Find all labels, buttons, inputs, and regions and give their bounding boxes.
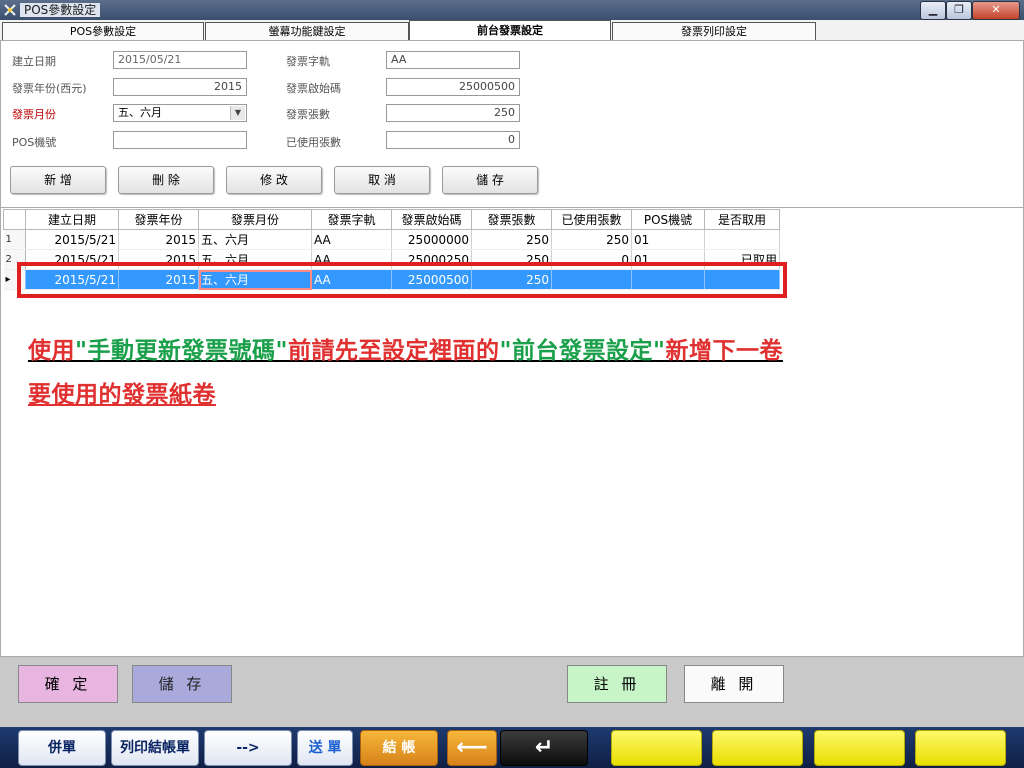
send-order-button[interactable]: 送 單: [297, 730, 353, 766]
invoice-year-label: 發票年份(西元): [12, 82, 87, 95]
divider: [1, 207, 1023, 208]
confirm-button[interactable]: 確 定: [18, 665, 118, 703]
cell-date[interactable]: 2015/5/21: [25, 229, 119, 250]
pos-number-label: POS機號: [12, 136, 57, 149]
tab-strip: POS參數設定 螢幕功能鍵設定 前台發票設定 發票列印設定: [0, 20, 1024, 41]
close-button[interactable]: ✕: [972, 1, 1020, 20]
tab-front-invoice[interactable]: 前台發票設定: [409, 20, 611, 41]
add-button[interactable]: 新 增: [10, 166, 106, 194]
back-arrow-icon[interactable]: ⟵: [447, 730, 497, 766]
annotation-part: 前請先至設定裡面的: [287, 338, 500, 364]
invoice-count-label: 發票張數: [286, 108, 330, 121]
invoice-month-label: 發票月份: [12, 108, 56, 121]
invoice-count-field[interactable]: 250: [386, 104, 520, 122]
annotation-line-2: 要使用的發票紙卷: [28, 382, 216, 408]
used-count-label: 已使用張數: [286, 136, 341, 149]
merge-order-button[interactable]: 併單: [18, 730, 106, 766]
restore-button[interactable]: ❐: [946, 1, 972, 20]
save-button[interactable]: 儲 存: [132, 665, 232, 703]
invoice-month-select[interactable]: 五、六月 ▼: [113, 104, 247, 122]
highlight-box: [17, 262, 787, 298]
cell-month[interactable]: 五、六月: [198, 229, 312, 250]
start-number-field[interactable]: 25000500: [386, 78, 520, 96]
function-key-4[interactable]: [915, 730, 1006, 766]
col-header-start[interactable]: 發票啟始碼: [391, 209, 472, 230]
checkout-button[interactable]: 結 帳: [360, 730, 438, 766]
edit-button[interactable]: 修 改: [226, 166, 322, 194]
row-index: 1: [3, 229, 26, 250]
cell-year[interactable]: 2015: [118, 229, 199, 250]
col-header-year[interactable]: 發票年份: [118, 209, 199, 230]
used-count-field[interactable]: 0: [386, 131, 520, 149]
grid-corner: [3, 209, 26, 230]
enter-arrow-icon[interactable]: ↵: [500, 730, 588, 766]
invoice-track-label: 發票字軌: [286, 55, 330, 68]
grid-header-row: 建立日期 發票年份 發票月份 發票字軌 發票啟始碼 發票張數 已使用張數 POS…: [3, 209, 780, 230]
tab-pos-settings[interactable]: POS參數設定: [2, 22, 204, 40]
cell-count[interactable]: 250: [471, 229, 552, 250]
pos-function-bar: 併單 列印結帳單 --> 送 單 結 帳 ⟵ ↵: [0, 727, 1024, 768]
col-header-used[interactable]: 已使用張數: [551, 209, 632, 230]
invoice-track-field[interactable]: AA: [386, 51, 520, 69]
cell-taken[interactable]: [704, 229, 780, 250]
leave-button[interactable]: 離 開: [684, 665, 784, 703]
cell-pos[interactable]: 01: [631, 229, 705, 250]
title-bar: POS參數設定 ▁ ❐ ✕: [0, 0, 1024, 20]
col-header-date[interactable]: 建立日期: [25, 209, 119, 230]
settings-panel: 建立日期 2015/05/21 發票年份(西元) 2015 發票月份 五、六月 …: [0, 40, 1024, 657]
tab-invoice-print[interactable]: 發票列印設定: [612, 22, 816, 40]
function-key-3[interactable]: [814, 730, 905, 766]
start-number-label: 發票啟始碼: [286, 82, 341, 95]
annotation-part: 新增下一卷: [665, 338, 783, 364]
pos-number-field[interactable]: [113, 131, 247, 149]
save-record-button[interactable]: 儲 存: [442, 166, 538, 194]
created-date-field[interactable]: 2015/05/21: [113, 51, 247, 69]
annotation-part: 使用: [28, 338, 75, 364]
delete-button[interactable]: 刪 除: [118, 166, 214, 194]
function-key-1[interactable]: [611, 730, 702, 766]
next-page-button[interactable]: -->: [204, 730, 292, 766]
print-checkout-button[interactable]: 列印結帳單: [111, 730, 199, 766]
window-title: POS參數設定: [20, 3, 101, 17]
table-row[interactable]: 1 2015/5/21 2015 五、六月 AA 25000000 250 25…: [3, 229, 780, 250]
col-header-pos[interactable]: POS機號: [631, 209, 705, 230]
col-header-count[interactable]: 發票張數: [471, 209, 552, 230]
annotation-part: "前台發票設定": [499, 338, 666, 364]
chevron-down-icon[interactable]: ▼: [230, 106, 245, 120]
annotation-part: "手動更新發票號碼": [75, 338, 288, 364]
cancel-button[interactable]: 取 消: [334, 166, 430, 194]
invoice-month-value: 五、六月: [118, 106, 162, 119]
cell-used[interactable]: 250: [551, 229, 632, 250]
col-header-month[interactable]: 發票月份: [198, 209, 312, 230]
annotation-line-1: 使用"手動更新發票號碼"前請先至設定裡面的"前台發票設定"新增下一卷: [28, 331, 783, 365]
cell-start[interactable]: 25000000: [391, 229, 472, 250]
col-header-track[interactable]: 發票字軌: [311, 209, 392, 230]
register-button[interactable]: 註 冊: [567, 665, 667, 703]
minimize-button[interactable]: ▁: [920, 1, 946, 20]
invoice-year-field[interactable]: 2015: [113, 78, 247, 96]
app-icon: [4, 4, 16, 16]
tab-function-keys[interactable]: 螢幕功能鍵設定: [205, 22, 409, 40]
col-header-taken[interactable]: 是否取用: [704, 209, 780, 230]
function-key-2[interactable]: [712, 730, 803, 766]
created-date-label: 建立日期: [12, 55, 56, 68]
cell-track[interactable]: AA: [311, 229, 392, 250]
